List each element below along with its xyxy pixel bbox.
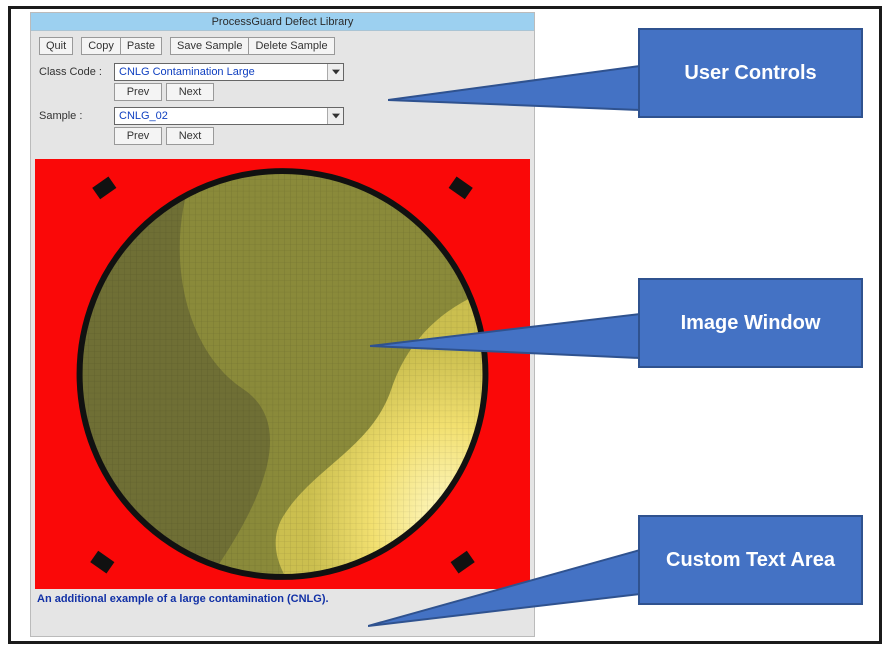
class-code-value: CNLG Contamination Large <box>119 66 255 78</box>
sample-next-button[interactable]: Next <box>166 127 214 145</box>
callout-label: User Controls <box>684 60 816 87</box>
class-code-label: Class Code : <box>39 66 114 78</box>
callout-label: Image Window <box>681 310 821 337</box>
sample-prev-button[interactable]: Prev <box>114 127 162 145</box>
delete-sample-button[interactable]: Delete Sample <box>248 37 334 55</box>
paste-button[interactable]: Paste <box>120 37 162 55</box>
sample-dropdown[interactable]: CNLG_02 <box>114 107 344 125</box>
sample-label: Sample : <box>39 110 114 122</box>
class-code-next-button[interactable]: Next <box>166 83 214 101</box>
callout-tail <box>368 530 640 640</box>
chevron-down-icon[interactable] <box>327 108 343 124</box>
window-title-bar: ProcessGuard Defect Library <box>31 13 534 31</box>
chevron-down-icon[interactable] <box>327 64 343 80</box>
window-title: ProcessGuard Defect Library <box>212 16 354 28</box>
callout-tail <box>388 38 640 138</box>
save-sample-button[interactable]: Save Sample <box>170 37 248 55</box>
callout-custom-text-area: Custom Text Area <box>638 515 863 605</box>
copy-button[interactable]: Copy <box>81 37 120 55</box>
quit-button[interactable]: Quit <box>39 37 73 55</box>
sample-value: CNLG_02 <box>119 110 168 122</box>
callout-tail <box>370 288 640 388</box>
callout-user-controls: User Controls <box>638 28 863 118</box>
class-code-dropdown[interactable]: CNLG Contamination Large <box>114 63 344 81</box>
callout-image-window: Image Window <box>638 278 863 368</box>
class-code-prev-button[interactable]: Prev <box>114 83 162 101</box>
callout-label: Custom Text Area <box>666 547 835 574</box>
